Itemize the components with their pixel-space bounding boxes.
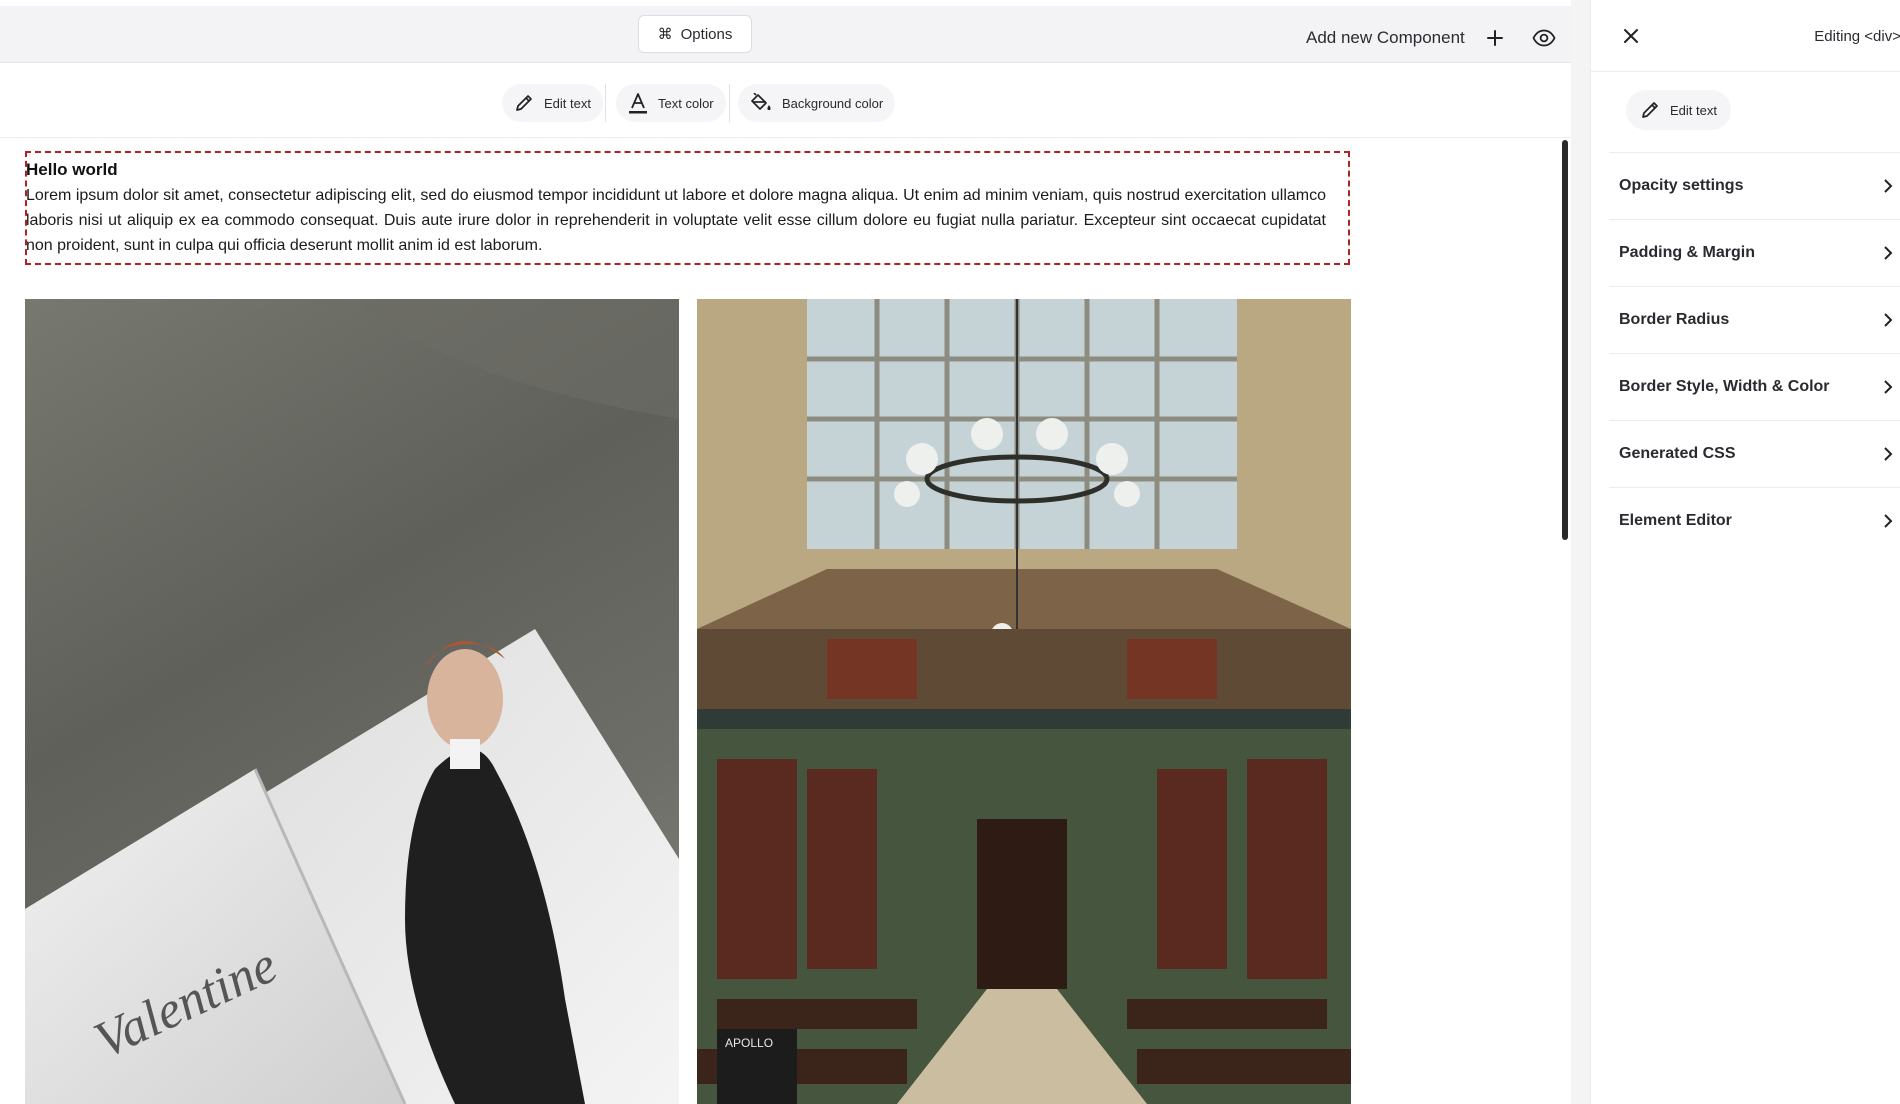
options-label: Options — [680, 25, 733, 43]
edit-text-label: Edit text — [544, 95, 591, 111]
chevron-right-icon — [1883, 179, 1893, 193]
close-icon — [1623, 28, 1639, 44]
top-bar: ⌘ Options Add new Component — [0, 6, 1571, 63]
chevron-right-icon — [1883, 380, 1893, 394]
editing-element-label: Editing <div> — [1814, 28, 1900, 45]
section-border-style[interactable]: Border Style, Width & Color — [1609, 353, 1900, 420]
command-icon: ⌘ — [657, 26, 673, 43]
eye-icon — [1532, 29, 1556, 47]
background-color-button[interactable]: Background color — [738, 84, 896, 122]
section-padding-margin[interactable]: Padding & Margin — [1609, 219, 1900, 286]
edit-text-button[interactable]: Edit text — [502, 84, 603, 122]
panel-header: Editing <div> — [1591, 0, 1900, 72]
section-generated-css[interactable]: Generated CSS — [1609, 420, 1900, 487]
paint-bucket-icon — [750, 93, 772, 113]
background-color-label: Background color — [782, 95, 884, 111]
canvas-area: ⌘ Options Add new Component Edit text Te… — [0, 0, 1571, 1104]
text-color-button[interactable]: Text color — [616, 84, 726, 122]
book-cover-title: APOLLO — [725, 1036, 773, 1050]
preview-button[interactable] — [1526, 20, 1562, 56]
text-toolbar: Edit text Text color Background color — [0, 64, 1571, 138]
section-element-editor[interactable]: Element Editor — [1609, 487, 1900, 554]
chevron-right-icon — [1883, 447, 1893, 461]
plus-icon — [1477, 20, 1513, 56]
options-button[interactable]: ⌘ Options — [638, 15, 752, 53]
section-border-radius[interactable]: Border Radius — [1609, 286, 1900, 353]
close-panel-button[interactable] — [1613, 18, 1649, 54]
section-label: Element Editor — [1619, 512, 1732, 529]
add-component-label: Add new Component — [1306, 28, 1465, 47]
library-photo: APOLLO — [697, 299, 1351, 1104]
section-label: Padding & Margin — [1619, 244, 1755, 261]
add-component-button[interactable]: Add new Component — [1306, 20, 1513, 56]
section-label: Opacity settings — [1619, 177, 1744, 194]
content-paragraph: Lorem ipsum dolor sit amet, consectetur … — [26, 187, 1326, 254]
content-heading: Hello world — [26, 160, 118, 179]
pencil-icon — [514, 93, 534, 113]
section-label: Border Radius — [1619, 311, 1730, 328]
canvas-scrollbar[interactable] — [1562, 140, 1568, 540]
toolbar-divider — [605, 84, 606, 122]
text-color-icon — [628, 92, 648, 114]
text-color-label: Text color — [658, 95, 714, 111]
magazine-photo: Valentine — [25, 299, 679, 1104]
pencil-icon — [1640, 100, 1660, 120]
panel-edit-text-label: Edit text — [1670, 102, 1717, 118]
properties-panel: Editing <div> Edit text Opacity settings… — [1590, 0, 1900, 1104]
section-label: Border Style, Width & Color — [1619, 378, 1830, 395]
chevron-right-icon — [1883, 514, 1893, 528]
chevron-right-icon — [1883, 313, 1893, 327]
section-opacity-settings[interactable]: Opacity settings — [1609, 152, 1900, 219]
section-label: Generated CSS — [1619, 445, 1736, 462]
panel-edit-text-button[interactable]: Edit text — [1626, 90, 1731, 130]
toolbar-divider — [729, 84, 730, 122]
chevron-right-icon — [1883, 246, 1893, 260]
